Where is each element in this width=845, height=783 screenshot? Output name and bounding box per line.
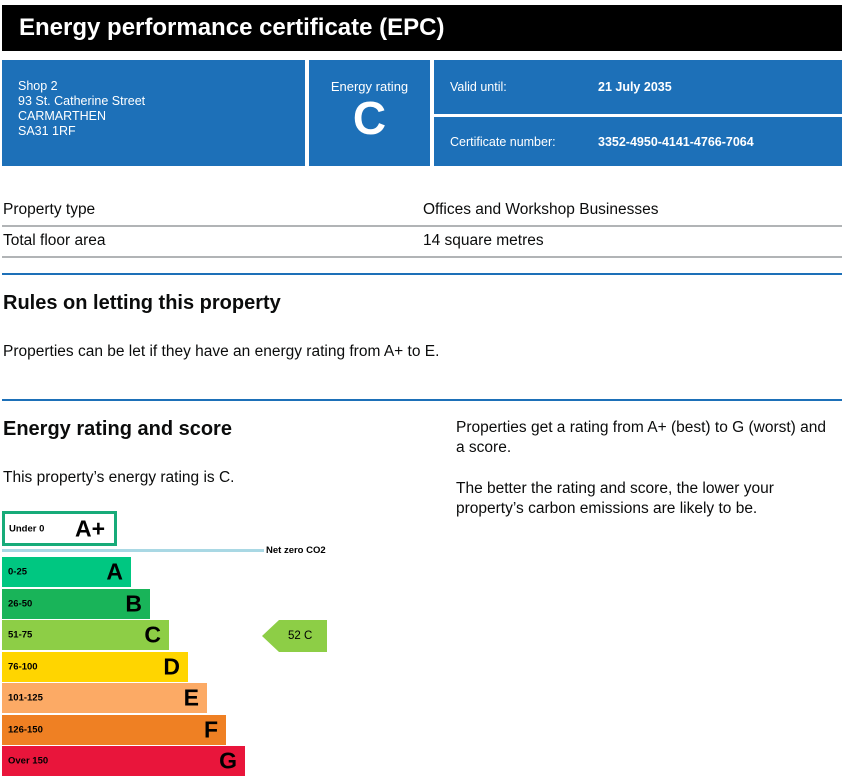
band-letter: D	[163, 653, 180, 680]
rating-explanation: Properties get a rating from A+ (best) t…	[456, 419, 827, 456]
page-title: Energy performance certificate (EPC)	[19, 14, 445, 41]
rating-band-a: 0-25 A	[2, 557, 131, 587]
energy-rating-value: C	[352, 92, 387, 144]
address-panel: Shop 2 93 St. Catherine Street CARMARTHE…	[2, 60, 305, 166]
valid-until-value: 21 July 2035	[598, 80, 672, 94]
energy-rating-panel: Energy rating C	[309, 60, 430, 166]
net-zero-line	[2, 549, 264, 552]
rating-band-c: 51-75 C	[2, 620, 169, 650]
rating-band-e: 101-125 E	[2, 683, 207, 713]
rating-band-b: 26-50 B	[2, 589, 150, 619]
certificate-number-panel: Certificate number: 3352-4950-4141-4766-…	[434, 117, 842, 166]
rating-band-g: Over 150 G	[2, 746, 245, 776]
address-line: CARMARTHEN	[18, 109, 106, 123]
page-header: Energy performance certificate (EPC)	[2, 5, 842, 51]
energy-heading: Energy rating and score	[3, 418, 232, 440]
certificate-number-value: 3352-4950-4141-4766-7064	[598, 134, 754, 149]
net-zero-label: Net zero CO2	[266, 545, 326, 556]
property-type-label: Property type	[3, 201, 96, 218]
band-letter: E	[183, 684, 199, 711]
section-divider	[2, 273, 842, 275]
band-range: 126-150	[8, 724, 43, 736]
property-type-value: Offices and Workshop Businesses	[423, 201, 659, 218]
row-divider	[2, 256, 842, 258]
band-letter: A+	[74, 515, 105, 541]
band-range: 0-25	[8, 566, 28, 578]
address-line: 93 St. Catherine Street	[18, 94, 146, 108]
rating-band-aplus: Under 0 A+	[2, 511, 117, 546]
band-range: 51-75	[8, 629, 33, 641]
current-rating-marker: 52 C	[262, 620, 327, 652]
band-range: 101-125	[8, 692, 43, 704]
emissions-explanation: The better the rating and score, the low…	[456, 480, 774, 517]
current-rating-score: 52 C	[288, 630, 312, 642]
address-line: Shop 2	[18, 79, 58, 93]
band-letter: G	[219, 747, 237, 774]
valid-until-label: Valid until:	[450, 80, 507, 94]
floor-area-label: Total floor area	[3, 232, 106, 249]
address-line: SA31 1RF	[18, 124, 76, 138]
valid-until-panel: Valid until: 21 July 2035	[434, 60, 842, 114]
band-letter: C	[144, 621, 161, 648]
current-rating-text: This property’s energy rating is C.	[3, 469, 235, 486]
band-letter: A	[106, 558, 123, 585]
band-letter: B	[125, 590, 142, 617]
band-range: 76-100	[8, 661, 38, 673]
floor-area-value: 14 square metres	[423, 232, 544, 249]
row-divider	[2, 225, 842, 227]
rating-band-f: 126-150 F	[2, 715, 226, 745]
band-range: Under 0	[9, 523, 45, 534]
letting-text: Properties can be let if they have an en…	[3, 343, 440, 360]
current-score-letter: C	[304, 630, 313, 642]
letting-heading: Rules on letting this property	[3, 292, 281, 314]
band-letter: F	[203, 716, 218, 743]
band-range: 26-50	[8, 598, 33, 610]
rating-band-d: 76-100 D	[2, 652, 188, 682]
current-score-value: 52	[288, 630, 301, 642]
certificate-number-label: Certificate number:	[450, 134, 556, 149]
band-range: Over 150	[8, 755, 49, 767]
section-divider	[2, 399, 842, 401]
